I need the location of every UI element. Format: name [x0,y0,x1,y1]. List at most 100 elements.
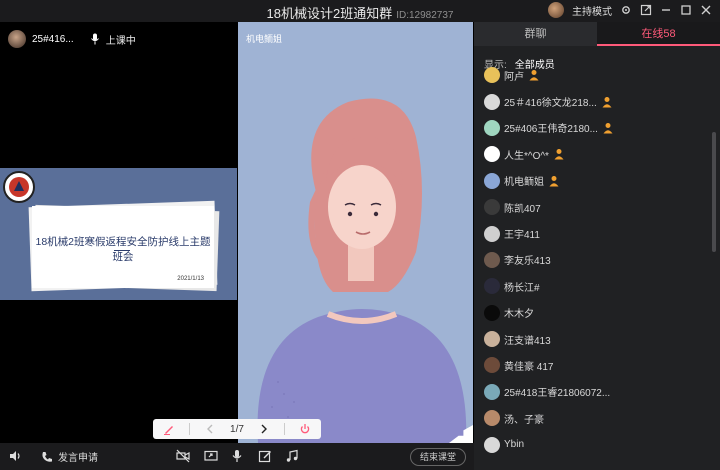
whiteboard-button[interactable] [258,449,272,463]
settings-icon[interactable] [620,4,632,16]
member-list-item[interactable]: 杨长江# [474,273,714,299]
member-name: 杨长江# [504,282,540,294]
speaker-button[interactable] [8,449,22,463]
member-avatar [484,93,500,110]
member-list-item[interactable]: 黄佳豪 417 [474,352,714,378]
bottom-toolbar: 发言申请 结束课堂 [0,443,474,470]
teacher-video-pane: 25#416... 上课中 18机械2班寒假返程安全防护线上主题班会 2021/… [0,22,237,443]
member-name: 李友乐413 [504,256,551,268]
host-avatar[interactable] [548,2,564,18]
sidebar: 群聊 在线58 显示: 全部成员 阿卢 25＃416徐文龙218... 25#406王… [474,22,720,470]
member-list-item[interactable]: 25#418王睿21806072... [474,379,714,405]
member-name: Ybin [504,439,525,451]
prev-page-button[interactable] [204,423,216,435]
member-list-item[interactable]: 阿卢 [474,62,714,88]
member-list-scrollbar[interactable] [712,132,716,252]
minimize-icon[interactable] [660,4,672,16]
member-avatar [484,67,500,84]
window-title: 18机械设计2班通知群 [266,6,393,21]
slide-title-card: 18机械2班寒假返程安全防护线上主题班会 2021/1/13 [32,206,214,288]
member-list-item[interactable]: 25＃416徐文龙218... [474,88,714,114]
member-avatar [484,410,500,427]
page-indicator: 1/7 [230,423,244,435]
member-list-item[interactable]: 25#406王伟奇2180... [474,115,714,141]
member-avatar [484,331,500,348]
group-id: ID:12982737 [396,10,454,21]
chevron-right-icon [261,424,267,434]
member-name: 阿卢 [504,71,524,83]
member-name: 陈凯407 [504,203,541,215]
music-note-icon [286,449,298,462]
member-name: 汪支谱413 [504,335,551,347]
slide-date: 2021/1/13 [177,276,204,282]
member-list-item[interactable]: 李友乐413 [474,247,714,273]
teacher-avatar [8,30,26,48]
power-icon [300,424,310,434]
music-button[interactable] [285,449,299,463]
member-avatar [484,383,500,400]
maximize-icon[interactable] [680,4,692,16]
host-badge-icon [554,149,564,160]
end-class-button[interactable]: 结束课堂 [410,448,466,466]
slide-title: 18机械2班寒假返程安全防护线上主题班会 [35,236,211,263]
screen-share-button[interactable] [204,449,218,463]
raise-hand-button[interactable]: 发言申请 [40,449,98,464]
member-name: 木木夕 [504,309,534,321]
presentation-slide[interactable]: 18机械2班寒假返程安全防护线上主题班会 2021/1/13 [0,168,237,300]
phone-icon [42,451,52,462]
microphone-button[interactable] [230,449,244,463]
member-avatar [484,225,500,242]
presenter-name-label: 机电鲕姐 [246,34,283,44]
teacher-info: 25#416... 上课中 [8,30,136,48]
member-name: 人生*^O^* [504,150,549,162]
member-list-item[interactable]: 陈凯407 [474,194,714,220]
camera-off-button[interactable] [176,449,190,463]
teacher-name: 25#416... [32,33,74,45]
presenter-video-pane: 机电鲕姐 [238,22,473,443]
next-page-button[interactable] [258,423,270,435]
member-avatar [484,146,500,163]
edit-icon [258,450,271,463]
tab-online-members[interactable]: 在线58 [597,22,720,46]
member-list-item[interactable]: Ybin [474,431,714,457]
member-list-item[interactable]: 汪支谱413 [474,326,714,352]
host-mode-label[interactable]: 主持模式 [572,3,612,18]
member-avatar [484,172,500,189]
slide-page-toolbar: 1/7 [153,419,321,439]
pen-icon [164,426,173,435]
host-badge-icon [603,122,613,134]
stop-presenting-button[interactable] [299,423,311,435]
host-badge-icon [602,96,612,108]
screen-share-icon [204,450,218,461]
member-name: 王宇411 [504,230,540,242]
member-list-item[interactable]: 机电鲕姐 [474,168,714,194]
microphone-icon [232,450,242,462]
popout-icon[interactable] [640,4,652,16]
school-logo [3,171,35,203]
host-badge-icon [549,175,559,187]
member-avatar [484,199,500,216]
speaker-icon [10,451,20,461]
tab-group-chat[interactable]: 群聊 [474,22,597,46]
raise-hand-label: 发言申请 [58,453,98,464]
member-avatar [484,251,500,268]
microphone-icon [90,33,99,45]
chevron-left-icon [207,424,213,434]
host-badge-icon [529,70,539,81]
member-list-item[interactable]: 汤、子豪 [474,405,714,431]
member-name: 汤、子豪 [504,414,544,426]
class-status: 上课中 [105,35,136,47]
member-list-item[interactable]: 人生*^O^* [474,141,714,167]
member-avatar [484,436,500,453]
member-name: 25#418王睿21806072... [504,388,611,400]
sidebar-tabs: 群聊 在线58 [474,22,720,46]
pen-tool-button[interactable] [163,423,175,435]
presenter-illustration [257,98,467,443]
member-list-item[interactable]: 木木夕 [474,300,714,326]
member-avatar [484,119,500,136]
close-icon[interactable] [700,4,712,16]
member-list-item[interactable]: 王宇411 [474,220,714,246]
camera-off-icon [176,449,190,463]
member-name: 25#406王伟奇2180... [504,124,598,136]
title-bar: 18机械设计2班通知群 ID:12982737 主持模式 [0,0,720,22]
